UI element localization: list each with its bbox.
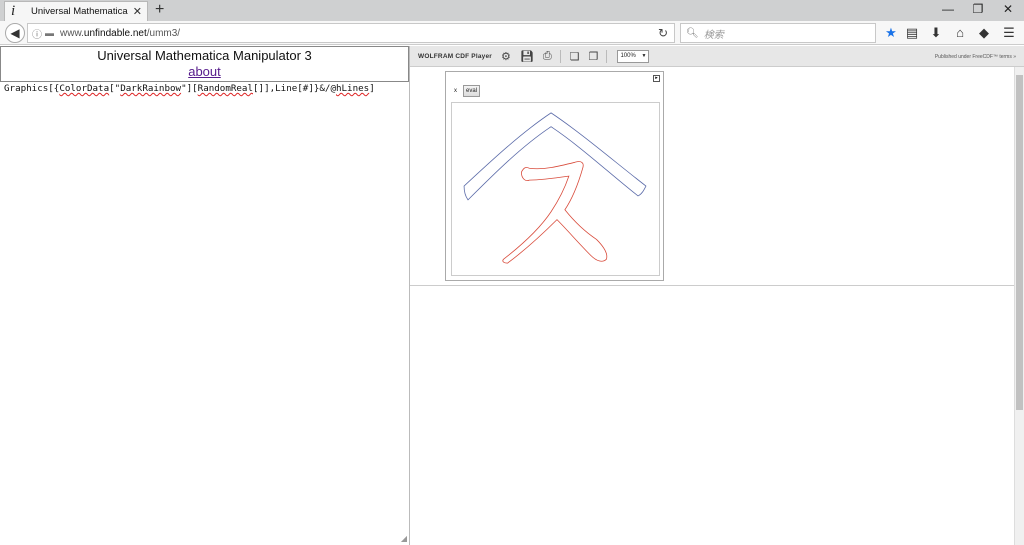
eval-button[interactable]: eval: [463, 85, 480, 97]
copy-icon[interactable]: ❏: [570, 50, 580, 63]
save-icon[interactable]: 💾︎: [520, 50, 534, 63]
minimize-icon[interactable]: —: [938, 2, 958, 16]
variable-label: x: [454, 88, 457, 94]
cdf-brand: WOLFRAM CDF Player: [418, 52, 493, 60]
about-link[interactable]: about: [188, 64, 221, 79]
url-text[interactable]: www.unfindable.net/umm3/: [60, 28, 180, 39]
settings-gear-icon[interactable]: ⚙: [501, 50, 511, 63]
pocket-icon[interactable]: ◆: [975, 25, 993, 41]
page-title: Universal Mathematica Manipulator 3: [97, 48, 312, 63]
zoom-select[interactable]: 100% ▼: [617, 49, 650, 63]
scrollbar[interactable]: [1014, 67, 1024, 545]
toolbar-divider: [606, 49, 608, 63]
favicon-icon: i: [11, 3, 16, 19]
search-placeholder: 検索: [703, 29, 724, 41]
navigation-bar: ◀ ⓘ ▬ www.unfindable.net/umm3/ ↻ 🔍︎ 検索 ★…: [0, 21, 1024, 45]
app-header: Universal Mathematica Manipulator 3 abou…: [0, 46, 409, 82]
home-icon[interactable]: ⌂: [951, 25, 969, 40]
chevron-down-icon: ▼: [641, 53, 647, 59]
scroll-thumb[interactable]: [1016, 75, 1023, 410]
url-bar[interactable]: ⓘ ▬ www.unfindable.net/umm3/ ↻: [27, 23, 675, 43]
cdf-player-pane: WOLFRAM CDF Player ⚙ 💾︎ ⎙ ❏ ❐ 100% ▼ Pub…: [410, 46, 1024, 545]
browser-tab[interactable]: i Universal Mathematica M... ✕: [4, 1, 148, 21]
cdf-toolbar: WOLFRAM CDF Player ⚙ 💾︎ ⎙ ❏ ❐ 100% ▼ Pub…: [410, 46, 1024, 67]
tab-title: Universal Mathematica M...: [31, 6, 131, 17]
search-icon: 🔍︎: [686, 27, 699, 39]
published-link[interactable]: Published under FreeCDF™ terms »: [935, 54, 1016, 60]
close-tab-icon[interactable]: ✕: [133, 5, 142, 18]
graphics-output: [451, 102, 660, 276]
close-window-icon[interactable]: ✕: [998, 2, 1018, 16]
graphics-canvas: [463, 112, 647, 264]
downloads-icon[interactable]: ⬇: [927, 25, 945, 41]
reading-list-icon[interactable]: ▤: [903, 25, 921, 41]
stroke-outline-1: [463, 112, 647, 201]
resize-grip-icon[interactable]: ◢: [401, 534, 407, 543]
stroke-outline-2: [502, 161, 608, 264]
zoom-value: 100%: [620, 53, 636, 59]
paste-icon[interactable]: ❐: [589, 50, 599, 63]
tab-strip: i Universal Mathematica M... ✕ + — ❐ ✕: [0, 0, 1024, 21]
code-input[interactable]: Graphics[{ColorData["DarkRainbow"][Rando…: [4, 83, 375, 94]
site-identity-icon[interactable]: ▬: [45, 28, 54, 38]
content-divider: [410, 285, 1014, 286]
restore-icon[interactable]: ❐: [968, 2, 988, 16]
editor-pane: Universal Mathematica Manipulator 3 abou…: [0, 46, 410, 545]
search-input[interactable]: 🔍︎ 検索: [680, 23, 876, 43]
new-tab-icon[interactable]: +: [155, 1, 164, 19]
manipulate-frame: ▸ x eval: [445, 71, 664, 281]
toolbar-divider: [559, 49, 561, 63]
print-icon[interactable]: ⎙: [543, 50, 552, 63]
expand-icon[interactable]: ▸: [653, 75, 660, 82]
info-icon[interactable]: ⓘ: [32, 26, 42, 41]
reload-icon[interactable]: ↻: [658, 26, 668, 40]
menu-icon[interactable]: ☰: [1000, 25, 1018, 41]
back-button[interactable]: ◀: [5, 23, 25, 43]
bookmark-star-icon[interactable]: ★: [882, 25, 900, 41]
